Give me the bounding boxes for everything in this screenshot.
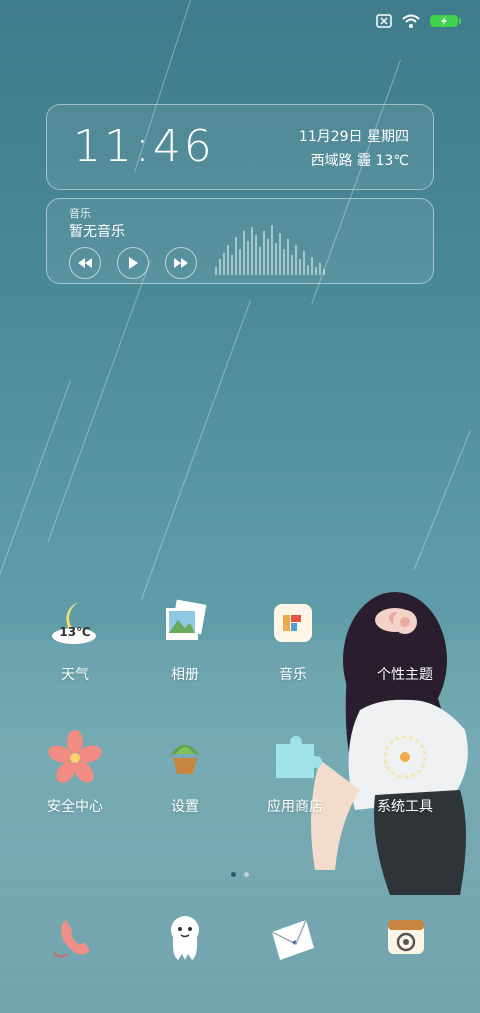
dock-messages[interactable] [248, 910, 338, 964]
sim-absent-icon [376, 14, 392, 28]
app-weather[interactable]: 13℃ 天气 [30, 598, 120, 684]
app-label-gallery: 相册 [171, 667, 199, 683]
gallery-photos-icon [158, 598, 212, 652]
app-security-center[interactable]: 安全中心 [30, 730, 120, 816]
app-settings[interactable]: 设置 [140, 730, 230, 816]
page-dot-2[interactable] [244, 872, 249, 877]
rain-streak [140, 300, 251, 602]
music-header: 音乐 [69, 207, 91, 220]
app-gallery[interactable]: 相册 [140, 598, 230, 684]
app-themes[interactable]: 个性主题 [360, 598, 450, 684]
dock-camera[interactable] [360, 910, 450, 964]
play-icon [129, 257, 138, 269]
app-label-system-tools: 系统工具 [377, 799, 433, 815]
plant-settings-icon [158, 730, 212, 784]
rain-streak [413, 430, 471, 570]
previous-icon [78, 258, 92, 268]
page-dot-1[interactable] [231, 872, 236, 877]
app-label-weather: 天气 [61, 667, 89, 683]
page-indicator[interactable] [0, 872, 480, 877]
rain-streak [0, 380, 71, 597]
battery-charging-icon [430, 15, 461, 27]
clock-location-weather: 西域路 霾 13℃ [310, 153, 409, 169]
next-icon [174, 258, 188, 268]
next-button[interactable] [165, 247, 197, 279]
clock-time: 11:46 [73, 121, 215, 172]
contacts-ghost-icon [158, 910, 212, 964]
message-envelope-icon [266, 910, 320, 964]
music-icon [266, 598, 320, 652]
app-system-tools[interactable]: 系统工具 [360, 730, 450, 816]
status-bar [376, 14, 461, 28]
app-label-music: 音乐 [279, 667, 307, 683]
music-widget[interactable]: 音乐 暂无音乐 [46, 198, 434, 284]
app-label-security-center: 安全中心 [47, 799, 103, 815]
play-button[interactable] [117, 247, 149, 279]
flower-security-icon [48, 730, 102, 784]
clock-date-weather: 11月29日 星期四 西域路 霾 13℃ [299, 125, 409, 173]
weather-icon-temp: 13℃ [59, 625, 91, 639]
music-visualizer [215, 219, 345, 275]
wifi-icon [402, 14, 420, 28]
app-label-store: 应用商店 [267, 799, 323, 815]
app-store[interactable]: 应用商店 [250, 730, 340, 816]
clock-date: 11月29日 星期四 [298, 129, 409, 145]
theme-icon [378, 598, 432, 652]
dock-contacts[interactable] [140, 910, 230, 964]
music-song-title: 暂无音乐 [69, 224, 125, 240]
dock-phone[interactable] [30, 910, 120, 964]
camera-icon [378, 910, 432, 964]
phone-icon [48, 910, 102, 964]
puzzle-store-icon [268, 730, 322, 784]
weather-moon-icon: 13℃ [48, 598, 102, 652]
previous-button[interactable] [69, 247, 101, 279]
app-music[interactable]: 音乐 [248, 598, 338, 684]
app-label-themes: 个性主题 [377, 667, 433, 683]
app-label-settings: 设置 [171, 799, 199, 815]
clock-widget[interactable]: 11:46 11月29日 星期四 西域路 霾 13℃ [46, 104, 434, 190]
tools-folder-icon [378, 730, 432, 784]
